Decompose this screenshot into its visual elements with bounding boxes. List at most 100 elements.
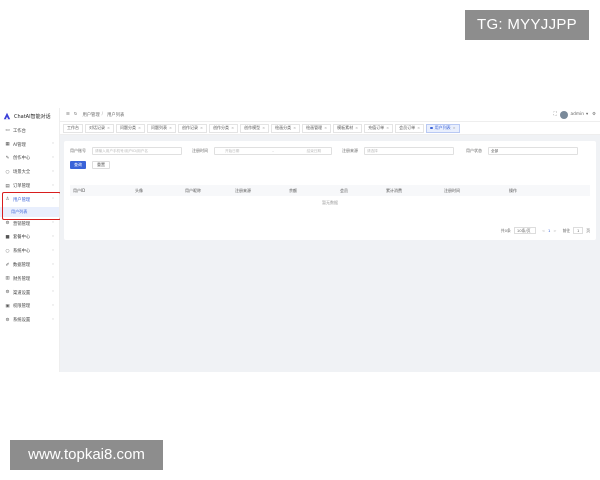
column-header: 头像	[135, 187, 143, 193]
status-select[interactable]: 全部	[488, 147, 578, 155]
sidebar-item[interactable]: ▦ AI管理 ˅	[0, 138, 59, 152]
source-select[interactable]: 请选择	[364, 147, 454, 155]
content-card: 用户账号 请输入用户手机号/用户ID/用户名 注册时间 开始日期 - 结束日期 …	[64, 141, 596, 240]
column-header: 操作	[509, 187, 517, 193]
page-size-select[interactable]: 10条/页	[513, 227, 536, 234]
tab-item[interactable]: 问题列表 ×	[147, 123, 177, 133]
column-header: 用户昵称	[185, 187, 201, 193]
sidebar-item[interactable]: ✎ 创作中心 ˅	[0, 152, 59, 166]
close-icon[interactable]: ×	[200, 126, 203, 130]
tab-item[interactable]: 绘画管理 ×	[302, 123, 332, 133]
gear-icon: ⚙	[5, 221, 10, 227]
avatar[interactable]	[559, 110, 568, 119]
sidebar-item[interactable]: ✐ 数据管理 ˅	[0, 258, 59, 272]
date-range-input[interactable]: 开始日期 - 结束日期	[214, 147, 332, 155]
app-logo: ChatAI智能对话	[0, 108, 59, 124]
tab-item[interactable]: 绘画分类 ×	[271, 123, 301, 133]
close-icon[interactable]: ×	[324, 126, 327, 130]
sidebar-item[interactable]: ▤ 订单管理 ˅	[0, 179, 59, 193]
tab-label: 会员订单	[399, 125, 416, 130]
sidebar-item[interactable]: ○ 系统中心 ˅	[0, 244, 59, 258]
sidebar-item[interactable]: ○ 场景大全 ˅	[0, 165, 59, 179]
lock-icon: ▣	[5, 303, 10, 309]
gear-icon[interactable]: ⚙	[592, 112, 596, 117]
refresh-icon[interactable]: ↻	[74, 112, 78, 117]
close-icon[interactable]: ×	[262, 126, 265, 130]
sidebar-item-label: 营销管理	[13, 221, 31, 227]
tab-item[interactable]: 创作模型 ×	[240, 123, 270, 133]
close-icon[interactable]: ×	[107, 126, 110, 130]
tab-item[interactable]: 用户列表 ×	[426, 123, 460, 133]
app-title: ChatAI智能对话	[14, 113, 51, 120]
close-icon[interactable]: ×	[355, 126, 358, 130]
tab-item[interactable]: 工作台	[63, 123, 83, 133]
sidebar-item-label: 工作台	[13, 128, 26, 134]
chevron-down-icon: ˅	[52, 221, 54, 227]
sidebar-item[interactable]: ▥ 财务管理 ˅	[0, 272, 59, 286]
breadcrumb-current: 用户列表	[107, 112, 125, 118]
next-page-button[interactable]: >	[553, 228, 556, 233]
sidebar-item-label: AI管理	[13, 142, 26, 148]
account-input[interactable]: 请输入用户手机号/用户ID/用户名	[92, 147, 182, 155]
breadcrumb-item[interactable]: 用户管理	[82, 112, 99, 118]
sidebar-item-label: 数据管理	[13, 263, 31, 269]
tab-item[interactable]: 模板素材 ×	[333, 123, 363, 133]
main-area: ☰ ↻ 用户管理 / 用户列表 ⛶ admin ▾ ⚙ 工作台 对话记录 × 问题分类…	[60, 108, 600, 372]
bag-icon: ■	[5, 234, 10, 240]
close-icon[interactable]: ×	[169, 126, 172, 130]
search-button[interactable]: 查询	[70, 161, 86, 169]
monitor-icon: ▭	[5, 128, 10, 134]
watermark-top: TG: MYYJJPP	[465, 10, 589, 40]
current-page[interactable]: 1	[548, 228, 550, 233]
sidebar-item[interactable]: ⚙ 渠道设置 ˅	[0, 286, 59, 300]
pagination: 共0条 10条/页 < 1 > 前往 1 页	[501, 227, 590, 234]
tab-item[interactable]: 对话记录 ×	[85, 123, 115, 133]
chevron-down-icon: ˅	[52, 155, 54, 161]
doc-icon: ▤	[5, 183, 10, 189]
top-bar: ☰ ↻ 用户管理 / 用户列表 ⛶ admin ▾ ⚙	[60, 108, 600, 122]
tab-item[interactable]: 创作记录 ×	[178, 123, 208, 133]
tab-item[interactable]: 创作分类 ×	[209, 123, 239, 133]
empty-state: 暂无数据	[322, 200, 338, 205]
menu-fold-icon[interactable]: ☰	[66, 112, 70, 117]
watermark-bottom: www.topkai8.com	[10, 440, 163, 470]
close-icon[interactable]: ×	[417, 126, 420, 130]
chart-icon: ▥	[5, 276, 10, 282]
sidebar-item[interactable]: ⚙ 系统设置 ˅	[0, 313, 59, 327]
tab-item[interactable]: 问题分类 ×	[116, 123, 146, 133]
sidebar-item[interactable]: ▣ 权限管理 ˅	[0, 300, 59, 314]
close-icon[interactable]: ×	[138, 126, 141, 130]
close-icon[interactable]: ×	[386, 126, 389, 130]
username[interactable]: admin	[571, 112, 584, 117]
tab-label: 工作台	[67, 125, 79, 130]
regtime-label: 注册时间	[192, 148, 208, 153]
column-header: 会员	[340, 187, 348, 193]
tab-item[interactable]: 充值订单 ×	[364, 123, 394, 133]
status-label: 用户状态	[466, 148, 482, 153]
settings-icon: ⚙	[5, 290, 10, 296]
account-label: 用户账号	[70, 148, 86, 153]
gear-icon: ⚙	[5, 317, 10, 323]
sidebar-item[interactable]: ■ 套餐中心 ˅	[0, 231, 59, 245]
prev-page-button[interactable]: <	[542, 228, 545, 233]
chevron-down-icon: ˅	[52, 317, 54, 323]
column-header: 注册来源	[235, 187, 251, 193]
pen-icon: ✎	[5, 155, 10, 161]
sidebar-item[interactable]: ▭ 工作台	[0, 124, 59, 138]
user-management-highlight	[2, 192, 61, 220]
tab-label: 对话记录	[89, 125, 105, 130]
goto-page-input[interactable]: 1	[573, 227, 584, 234]
tab-label: 问题列表	[151, 125, 168, 130]
close-icon[interactable]: ×	[293, 126, 296, 130]
tab-label: 问题分类	[120, 125, 137, 130]
reset-button[interactable]: 重置	[92, 161, 110, 169]
fullscreen-icon[interactable]: ⛶	[553, 112, 556, 117]
close-icon[interactable]: ×	[453, 126, 456, 130]
date-separator: -	[272, 149, 274, 153]
tab-label: 用户列表	[434, 125, 451, 130]
close-icon[interactable]: ×	[231, 126, 234, 130]
tab-label: 绘画分类	[275, 125, 292, 130]
active-dot-icon	[430, 126, 433, 130]
tab-item[interactable]: 会员订单 ×	[395, 123, 425, 133]
circle-icon: ○	[5, 248, 10, 254]
